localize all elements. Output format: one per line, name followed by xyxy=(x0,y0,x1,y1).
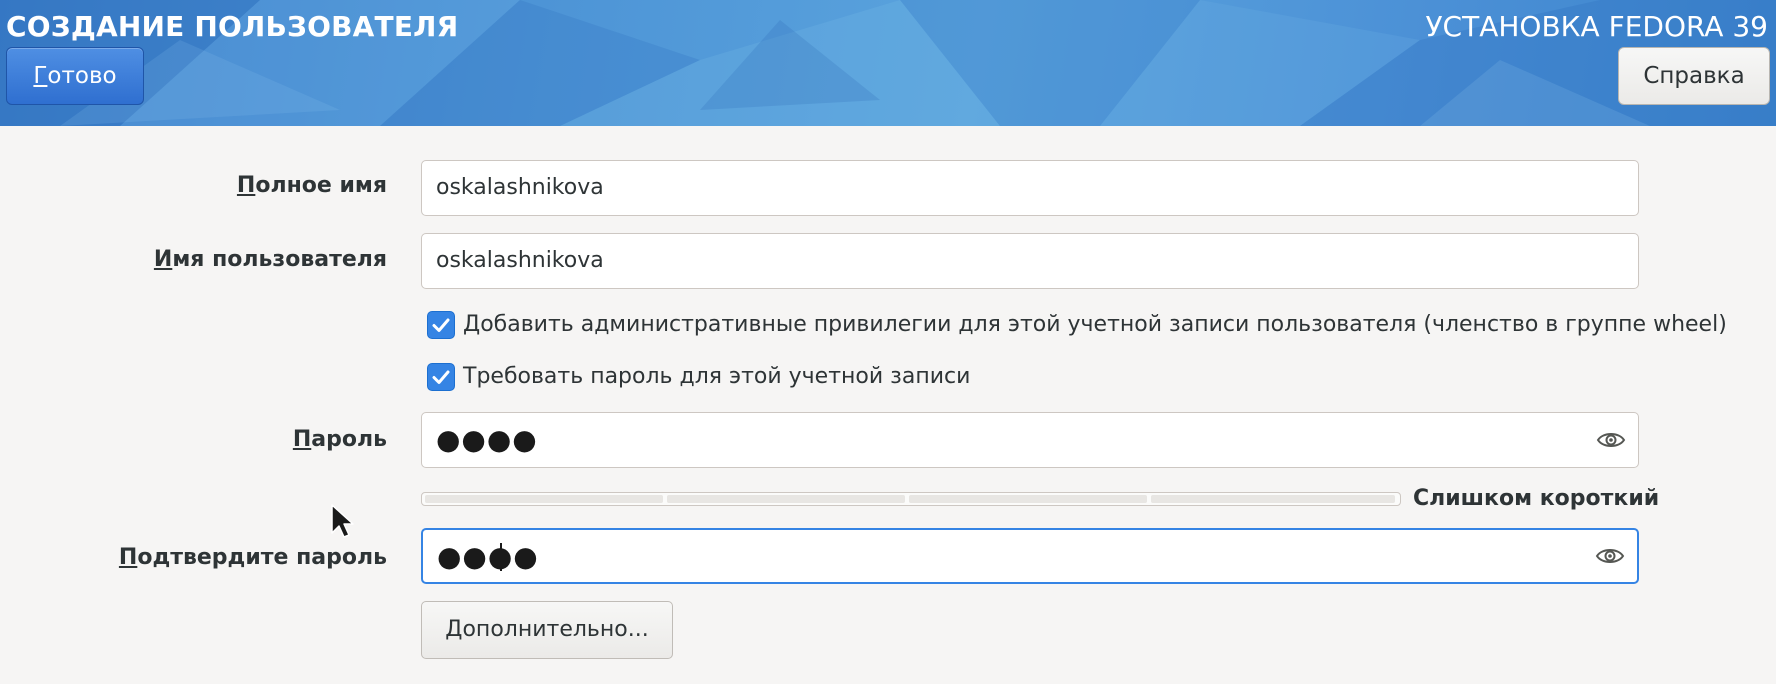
strength-segment xyxy=(909,495,1147,503)
password-strength-text: Слишком короткий xyxy=(1413,486,1660,511)
done-button[interactable]: Готово xyxy=(6,47,144,105)
full-name-label: Полное имя xyxy=(236,173,387,198)
password-strength-bar xyxy=(421,492,1401,506)
confirm-password-label: Подтвердите пароль xyxy=(118,545,387,570)
confirm-password-dots: ●●●● xyxy=(437,540,539,573)
admin-privileges-checkbox[interactable] xyxy=(427,311,455,339)
advanced-button[interactable]: Дополнительно... xyxy=(421,601,673,659)
strength-segment xyxy=(1151,495,1395,503)
checkmark-icon xyxy=(432,370,450,384)
strength-segment xyxy=(425,495,663,503)
full-name-value: oskalashnikova xyxy=(436,175,604,200)
checkmark-icon xyxy=(432,318,450,332)
page-title: СОЗДАНИЕ ПОЛЬЗОВАТЕЛЯ xyxy=(6,10,459,43)
admin-privileges-label: Добавить административные привилегии для… xyxy=(463,312,1727,337)
installer-title: УСТАНОВКА FEDORA 39 xyxy=(1425,10,1768,43)
require-password-checkbox[interactable] xyxy=(427,363,455,391)
confirm-password-field[interactable]: ●●●● xyxy=(421,528,1639,584)
eye-icon[interactable] xyxy=(1595,544,1625,572)
username-field[interactable]: oskalashnikova xyxy=(421,233,1639,289)
text-caret xyxy=(500,543,502,571)
mouse-pointer-icon xyxy=(331,504,354,538)
username-label: Имя пользователя xyxy=(153,247,387,272)
full-name-field[interactable]: oskalashnikova xyxy=(421,160,1639,216)
require-password-label: Требовать пароль для этой учетной записи xyxy=(463,364,971,389)
eye-icon[interactable] xyxy=(1596,428,1626,456)
help-button[interactable]: Справка xyxy=(1618,47,1770,105)
header-bar: СОЗДАНИЕ ПОЛЬЗОВАТЕЛЯ УСТАНОВКА FEDORA 3… xyxy=(0,0,1776,126)
username-value: oskalashnikova xyxy=(436,248,604,273)
password-label: Пароль xyxy=(292,427,387,452)
password-field[interactable]: ●●●● xyxy=(421,412,1639,468)
password-dots: ●●●● xyxy=(436,423,538,456)
strength-segment xyxy=(667,495,905,503)
